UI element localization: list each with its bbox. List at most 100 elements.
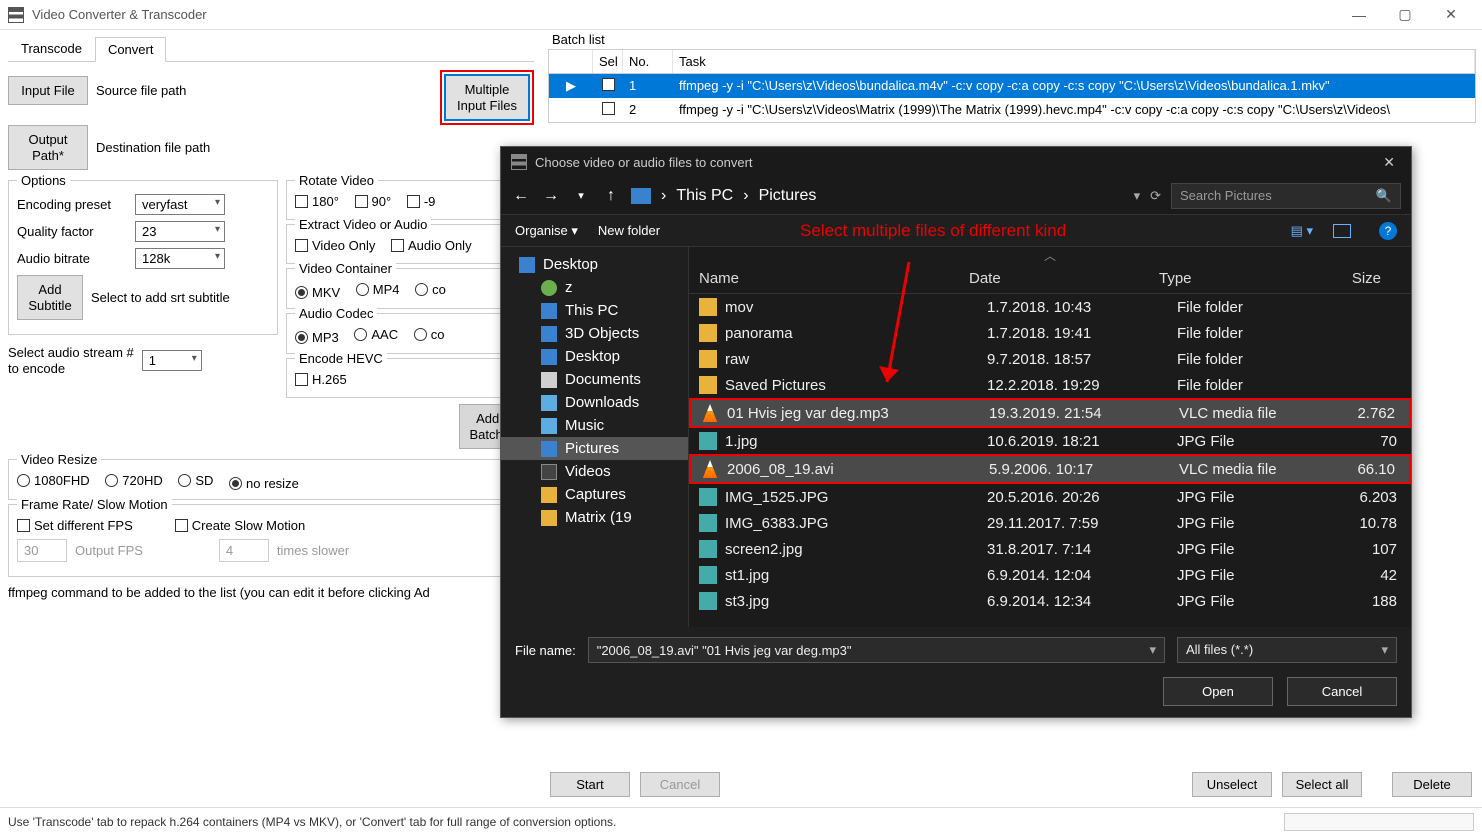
cancel-button[interactable]: Cancel (640, 772, 720, 797)
file-row[interactable]: 2006_08_19.avi5.9.2006. 10:17VLC media f… (691, 456, 1409, 482)
file-filter-select[interactable]: All files (*.*) (1177, 637, 1397, 663)
input-file-button[interactable]: Input File (8, 76, 88, 105)
new-folder-button[interactable]: New folder (598, 223, 660, 238)
file-row[interactable]: IMG_1525.JPG20.5.2016. 20:26JPG File6.20… (689, 484, 1411, 510)
scroll-up-hint[interactable]: ︿ (689, 247, 1411, 264)
col-date[interactable]: Date (969, 270, 1159, 287)
tree-node[interactable]: z (501, 276, 688, 299)
folder-icon (541, 395, 557, 411)
tab-transcode[interactable]: Transcode (8, 36, 95, 61)
resize-720-radio[interactable]: 720HD (105, 473, 162, 488)
file-row[interactable]: screen2.jpg31.8.2017. 7:14JPG File107 (689, 536, 1411, 562)
dialog-cancel-button[interactable]: Cancel (1287, 677, 1397, 706)
h265-checkbox[interactable]: H.265 (295, 372, 347, 387)
output-fps-input[interactable] (17, 539, 67, 562)
tree-node[interactable]: This PC (501, 299, 688, 322)
tree-node[interactable]: Captures (501, 483, 688, 506)
filename-label: File name: (515, 643, 576, 658)
audio-bitrate-select[interactable]: 128k (135, 248, 225, 269)
container-co-radio[interactable]: co (415, 282, 446, 297)
nav-forward-button[interactable]: → (541, 187, 561, 205)
file-row[interactable]: Saved Pictures12.2.2018. 19:29File folde… (689, 372, 1411, 398)
search-input[interactable]: Search Pictures 🔍 (1171, 183, 1401, 209)
quality-factor-select[interactable]: 23 (135, 221, 225, 242)
unselect-button[interactable]: Unselect (1192, 772, 1272, 797)
container-mp4-radio[interactable]: MP4 (356, 282, 400, 297)
col-type[interactable]: Type (1159, 270, 1299, 287)
file-icon (699, 350, 717, 368)
minimize-button[interactable]: — (1336, 0, 1382, 30)
file-icon (699, 324, 717, 342)
col-size[interactable]: Size (1299, 270, 1401, 287)
folder-tree[interactable]: DesktopzThis PC3D ObjectsDesktopDocument… (501, 247, 689, 627)
tree-node[interactable]: Pictures (501, 437, 688, 460)
resize-sd-radio[interactable]: SD (178, 473, 213, 488)
organise-menu[interactable]: Organise ▾ (515, 223, 578, 239)
tree-node[interactable]: Music (501, 414, 688, 437)
file-row[interactable]: raw9.7.2018. 18:57File folder (689, 346, 1411, 372)
view-mode-button[interactable]: ▤ ▾ (1291, 223, 1313, 239)
tab-convert[interactable]: Convert (95, 37, 167, 62)
tree-node[interactable]: Documents (501, 368, 688, 391)
encoding-preset-select[interactable]: veryfast (135, 194, 225, 215)
set-fps-checkbox[interactable]: Set different FPS (17, 518, 133, 533)
add-subtitle-button[interactable]: Add Subtitle (17, 275, 83, 320)
rotate-90-checkbox[interactable]: 90° (355, 194, 392, 209)
output-path-button[interactable]: Output Path* (8, 125, 88, 170)
close-button[interactable]: ✕ (1428, 0, 1474, 30)
tree-node[interactable]: Downloads (501, 391, 688, 414)
video-only-checkbox[interactable]: Video Only (295, 238, 375, 253)
rotate-fieldset: Rotate Video 180° 90° -9 (286, 180, 534, 220)
refresh-icon[interactable]: ⟳ (1150, 188, 1161, 204)
tree-node[interactable]: Desktop (501, 345, 688, 368)
tree-node[interactable]: Desktop (501, 253, 688, 276)
codec-mp3-radio[interactable]: MP3 (295, 330, 339, 345)
file-icon (699, 376, 717, 394)
dialog-close-button[interactable]: ✕ (1377, 154, 1401, 171)
filename-input[interactable]: "2006_08_19.avi" "01 Hvis jeg var deg.mp… (588, 637, 1165, 663)
rotate-180-checkbox[interactable]: 180° (295, 194, 339, 209)
crumb-dropdown-icon[interactable]: ▾ (1134, 188, 1141, 204)
file-row[interactable]: IMG_6383.JPG29.11.2017. 7:59JPG File10.7… (689, 510, 1411, 536)
tree-node[interactable]: Videos (501, 460, 688, 483)
nav-recent-button[interactable]: ▾ (571, 189, 591, 202)
file-row[interactable]: mov1.7.2018. 10:43File folder (689, 294, 1411, 320)
batch-col-sel[interactable]: Sel (593, 50, 623, 73)
file-row[interactable]: 1.jpg10.6.2019. 18:21JPG File70 (689, 428, 1411, 454)
resize-none-radio[interactable]: no resize (229, 476, 299, 491)
codec-aac-radio[interactable]: AAC (354, 327, 398, 342)
audio-stream-select[interactable]: 1 (142, 350, 202, 371)
preview-pane-button[interactable] (1333, 224, 1351, 238)
help-icon[interactable]: ? (1379, 222, 1397, 240)
resize-1080-radio[interactable]: 1080FHD (17, 473, 90, 488)
file-row[interactable]: st3.jpg6.9.2014. 12:34JPG File188 (689, 588, 1411, 614)
slow-motion-checkbox[interactable]: Create Slow Motion (175, 518, 305, 533)
audio-only-checkbox[interactable]: Audio Only (391, 238, 472, 253)
col-name[interactable]: Name (699, 270, 969, 287)
nav-back-button[interactable]: ← (511, 187, 531, 205)
rotate-m90-checkbox[interactable]: -9 (407, 194, 436, 209)
breadcrumb[interactable]: › This PC › Pictures (631, 187, 1124, 205)
tree-node[interactable]: 3D Objects (501, 322, 688, 345)
open-button[interactable]: Open (1163, 677, 1273, 706)
bottom-buttons: Start Cancel Unselect Select all Delete (550, 772, 1472, 797)
batch-col-task[interactable]: Task (673, 50, 1475, 73)
batch-row[interactable]: ▶1ffmpeg -y -i "C:\Users\z\Videos\bundal… (549, 74, 1475, 98)
nav-up-button[interactable]: ↑ (601, 187, 621, 205)
codec-co-radio[interactable]: co (414, 327, 445, 342)
batch-col-no[interactable]: No. (623, 50, 673, 73)
times-slower-input[interactable] (219, 539, 269, 562)
batch-row[interactable]: 2ffmpeg -y -i "C:\Users\z\Videos\Matrix … (549, 98, 1475, 122)
maximize-button[interactable]: ▢ (1382, 0, 1428, 30)
file-list[interactable]: ︿ Name Date Type Size mov1.7.2018. 10:43… (689, 247, 1411, 627)
file-row[interactable]: st1.jpg6.9.2014. 12:04JPG File42 (689, 562, 1411, 588)
delete-button[interactable]: Delete (1392, 772, 1472, 797)
video-container-fieldset: Video Container MKV MP4 co (286, 268, 534, 309)
tree-node[interactable]: Matrix (19 (501, 506, 688, 529)
file-row[interactable]: 01 Hvis jeg var deg.mp319.3.2019. 21:54V… (691, 400, 1409, 426)
start-button[interactable]: Start (550, 772, 630, 797)
selectall-button[interactable]: Select all (1282, 772, 1362, 797)
container-mkv-radio[interactable]: MKV (295, 285, 340, 300)
file-row[interactable]: panorama1.7.2018. 19:41File folder (689, 320, 1411, 346)
multiple-input-button[interactable]: Multiple Input Files (444, 74, 530, 121)
